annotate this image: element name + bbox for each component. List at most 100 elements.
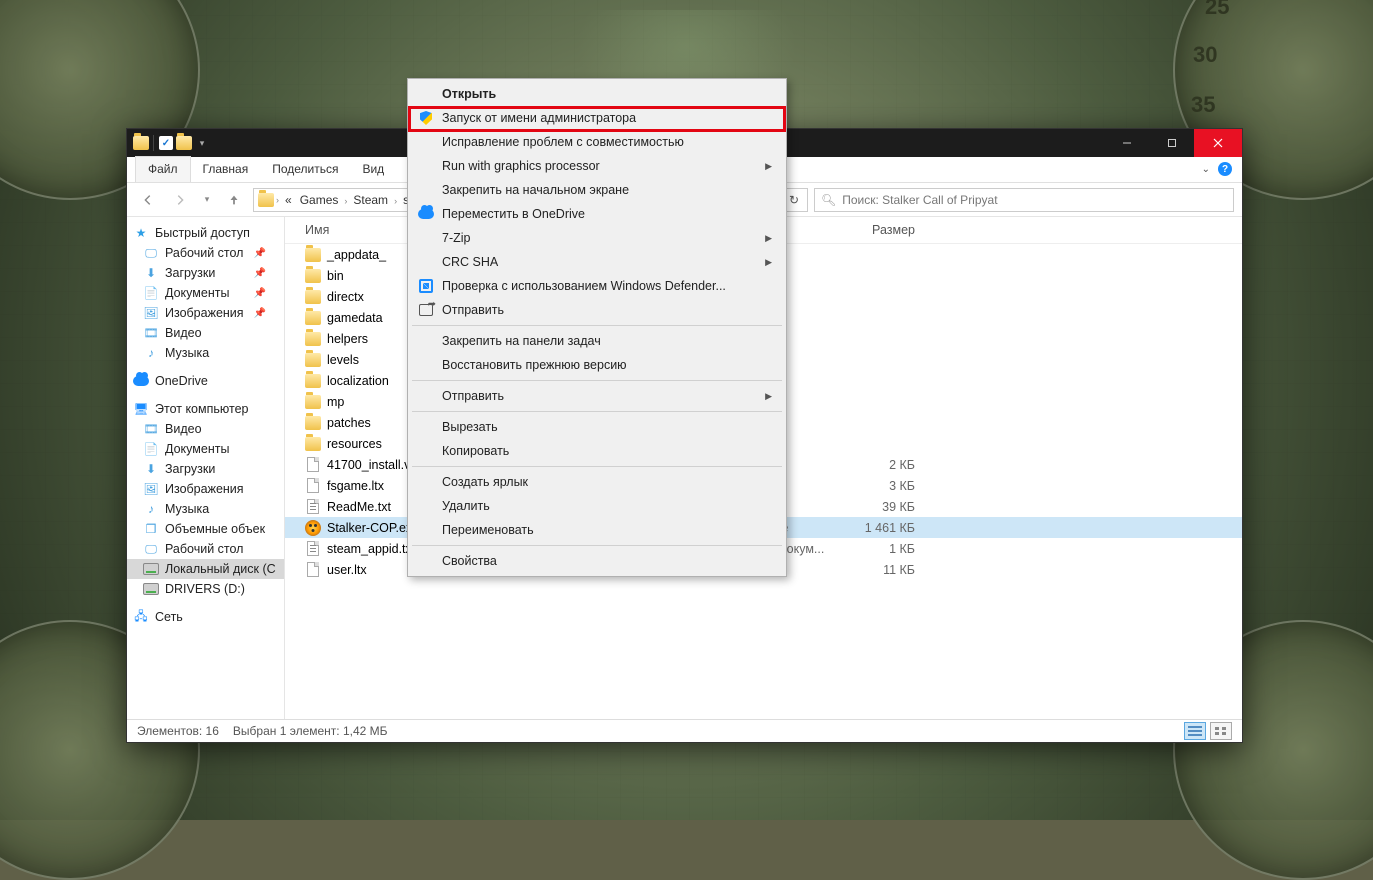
context-menu-item[interactable]: Проверка с использованием Windows Defend… (410, 274, 784, 298)
share-icon (418, 302, 434, 318)
help-icon[interactable]: ? (1218, 162, 1232, 176)
nav-item[interactable]: 📄 Документы (127, 439, 284, 459)
nav-icon: 📄 (143, 285, 159, 301)
ribbon-tab[interactable]: Главная (191, 157, 261, 182)
nav-onedrive[interactable]: OneDrive (127, 371, 284, 391)
nav-item[interactable]: 🎞 Видео (127, 323, 284, 343)
breadcrumb-item[interactable]: Steam (349, 193, 392, 207)
context-menu-item[interactable]: CRC SHA ▶ (410, 250, 784, 274)
file-icon (305, 478, 321, 494)
qat-properties-icon[interactable]: ✓ (158, 135, 174, 151)
file-icon (305, 289, 321, 305)
file-icon (305, 499, 321, 515)
breadcrumb-item[interactable]: Games (296, 193, 343, 207)
nav-quick-access[interactable]: ★ Быстрый доступ (127, 223, 284, 243)
context-menu-item[interactable]: Переименовать (410, 518, 784, 542)
context-menu-item[interactable]: Исправление проблем с совместимостью (410, 130, 784, 154)
nav-icon: 🖼 (143, 305, 159, 321)
file-icon (305, 373, 321, 389)
file-icon (305, 268, 321, 284)
cloud-icon (418, 206, 434, 222)
star-icon: ★ (133, 225, 149, 241)
file-icon (305, 310, 321, 326)
maximize-button[interactable] (1149, 129, 1194, 157)
context-menu-item[interactable]: Удалить (410, 494, 784, 518)
nav-this-pc[interactable]: 🖥 Этот компьютер (127, 399, 284, 419)
nav-item[interactable]: ❒ Объемные объек (127, 519, 284, 539)
pin-icon: 📌 (254, 308, 278, 319)
file-icon (305, 247, 321, 263)
chevron-right-icon: ▶ (765, 233, 772, 244)
file-icon (305, 457, 321, 473)
nav-item[interactable]: 🖼 Изображения (127, 479, 284, 499)
nav-item[interactable]: DRIVERS (D:) (127, 579, 284, 599)
nav-icon: ❒ (143, 521, 159, 537)
nav-item[interactable]: 🖼 Изображения 📌 (127, 303, 284, 323)
search-icon: 🔍︎ (821, 193, 836, 207)
defender-icon (418, 278, 434, 294)
nav-item[interactable]: Локальный диск (C (127, 559, 284, 579)
nav-forward-button[interactable] (167, 187, 193, 213)
context-menu-item[interactable]: 7-Zip ▶ (410, 226, 784, 250)
context-menu-item[interactable]: Переместить в OneDrive (410, 202, 784, 226)
nav-icon: 🎞 (143, 325, 159, 341)
view-icons-button[interactable] (1210, 722, 1232, 740)
context-menu-item[interactable]: Запуск от имени администратора (410, 106, 784, 130)
file-icon (305, 436, 321, 452)
nav-icon: ⬇ (143, 461, 159, 477)
nav-icon: ♪ (143, 345, 159, 361)
folder-icon (133, 135, 149, 151)
qat-customize-icon[interactable]: ▾ (194, 135, 210, 151)
nav-icon (143, 581, 159, 597)
context-menu-item[interactable]: Свойства (410, 549, 784, 573)
context-menu-item[interactable]: Закрепить на начальном экране (410, 178, 784, 202)
ribbon-expand-icon[interactable]: ⌄ (1202, 164, 1210, 175)
nav-back-button[interactable] (135, 187, 161, 213)
nav-icon: 🖵 (143, 541, 159, 557)
pin-icon: 📌 (254, 288, 278, 299)
ribbon-tab[interactable]: Вид (350, 157, 396, 182)
search-input[interactable]: 🔍︎ Поиск: Stalker Call of Pripyat (814, 188, 1234, 212)
context-menu-item[interactable]: Run with graphics processor ▶ (410, 154, 784, 178)
context-menu: Открыть Запуск от имени администратора И… (407, 78, 787, 577)
nav-icon: 🖵 (143, 245, 159, 261)
nav-history-button[interactable]: ▾ (199, 187, 215, 213)
nav-item[interactable]: ♪ Музыка (127, 343, 284, 363)
refresh-icon[interactable]: ↻ (789, 193, 799, 207)
context-menu-item[interactable]: Вырезать (410, 415, 784, 439)
status-bar: Элементов: 16 Выбран 1 элемент: 1,42 МБ (127, 719, 1242, 742)
nav-icon (143, 561, 159, 577)
close-button[interactable] (1194, 129, 1242, 157)
nav-icon: ⬇ (143, 265, 159, 281)
pin-icon: 📌 (254, 248, 278, 259)
pin-icon: 📌 (254, 268, 278, 279)
context-menu-item[interactable]: Открыть (410, 82, 784, 106)
context-menu-item[interactable]: Отправить (410, 298, 784, 322)
file-icon (305, 415, 321, 431)
chevron-right-icon: ▶ (765, 257, 772, 268)
view-details-button[interactable] (1184, 722, 1206, 740)
nav-item[interactable]: ♪ Музыка (127, 499, 284, 519)
qat-new-folder-icon[interactable] (176, 135, 192, 151)
file-icon (305, 331, 321, 347)
context-menu-item[interactable]: Восстановить прежнюю версию (410, 353, 784, 377)
ribbon-tab[interactable]: Поделиться (260, 157, 350, 182)
nav-up-button[interactable] (221, 187, 247, 213)
nav-item[interactable]: 🎞 Видео (127, 419, 284, 439)
context-menu-item[interactable]: Копировать (410, 439, 784, 463)
context-menu-item[interactable]: Закрепить на панели задач (410, 329, 784, 353)
file-icon (305, 562, 321, 578)
file-icon (305, 541, 321, 557)
nav-network[interactable]: 🖧 Сеть (127, 607, 284, 627)
minimize-button[interactable] (1104, 129, 1149, 157)
nav-item[interactable]: ⬇ Загрузки 📌 (127, 263, 284, 283)
file-icon (305, 520, 321, 536)
nav-item[interactable]: ⬇ Загрузки (127, 459, 284, 479)
nav-item[interactable]: 🖵 Рабочий стол 📌 (127, 243, 284, 263)
context-menu-item[interactable]: Отправить ▶ (410, 384, 784, 408)
context-menu-item[interactable]: Создать ярлык (410, 470, 784, 494)
pc-icon: 🖥 (133, 401, 149, 417)
ribbon-tab-file[interactable]: Файл (135, 156, 191, 182)
nav-item[interactable]: 🖵 Рабочий стол (127, 539, 284, 559)
nav-item[interactable]: 📄 Документы 📌 (127, 283, 284, 303)
